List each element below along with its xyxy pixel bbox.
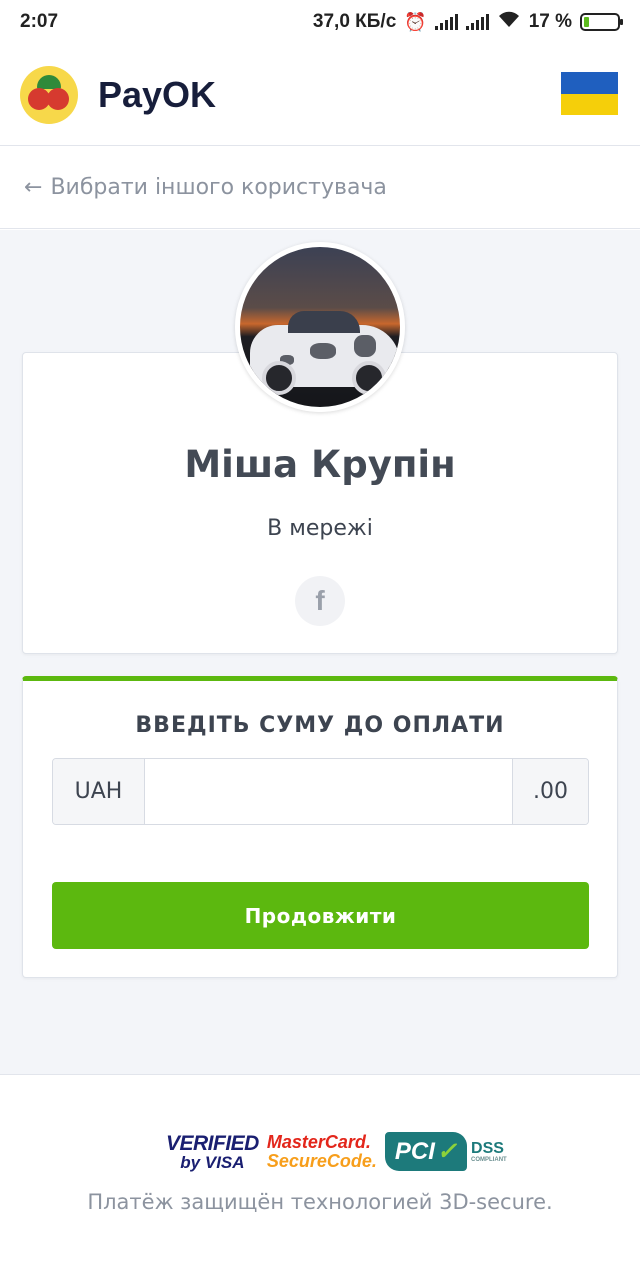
continue-button[interactable]: Продовжити <box>52 882 589 949</box>
footer: VERIFIED by VISA MasterCard. SecureCode.… <box>0 1076 640 1280</box>
raspberry-logo-icon <box>20 65 78 124</box>
avatar <box>235 242 405 412</box>
back-link-label: Вибрати іншого користувача <box>50 175 387 200</box>
dss-text: DSS <box>471 1139 504 1157</box>
status-time: 2:07 <box>20 11 59 32</box>
battery-charging-icon <box>580 13 623 31</box>
network-speed: 37,0 КБ/с <box>312 11 397 32</box>
wifi-icon <box>497 10 521 34</box>
profile-name: Міша Крупін <box>184 443 456 486</box>
battery-percent: 17 % <box>528 11 572 32</box>
arrow-left-icon: ← <box>24 175 43 200</box>
currency-label: UAH <box>53 759 145 824</box>
profile-status: В мережі <box>267 516 373 541</box>
app-header: PayOK <box>0 44 640 146</box>
signal-icon <box>465 14 489 30</box>
amount-input[interactable] <box>145 759 512 824</box>
verified-by-visa-logo: VERIFIED by VISA <box>166 1133 259 1171</box>
mastercard-securecode-logo: MasterCard. SecureCode. <box>266 1131 377 1171</box>
dss-label: DSS COMPLIANT <box>471 1139 507 1163</box>
visa-line2: by VISA <box>180 1152 245 1172</box>
status-icons: 37,0 КБ/с ⏰ 17 % <box>312 10 623 34</box>
main-content: Міша Крупін В мережі f ВВЕДІТЬ СУМУ ДО О… <box>0 230 640 1075</box>
secure-payment-text: Платёж защищён технологией 3D-secure. <box>87 1190 553 1214</box>
back-link[interactable]: ← Вибрати іншого користувача <box>0 147 640 229</box>
ukraine-flag-icon[interactable] <box>561 72 618 115</box>
visa-line1: VERIFIED <box>166 1131 259 1155</box>
mc-line2: SecureCode. <box>266 1150 377 1171</box>
car-image <box>250 311 400 395</box>
signal-icon <box>434 14 458 30</box>
payment-card: ВВЕДІТЬ СУМУ ДО ОПЛАТИ UAH .00 Продовжит… <box>22 676 618 978</box>
decimals-label: .00 <box>512 759 588 824</box>
amount-input-group: UAH .00 <box>52 758 589 825</box>
pci-text: PCI <box>394 1138 435 1165</box>
security-badges: VERIFIED by VISA MasterCard. SecureCode.… <box>166 1132 507 1171</box>
mc-line1: MasterCard. <box>266 1131 371 1152</box>
alarm-icon: ⏰ <box>404 11 427 32</box>
brand-name: PayOK <box>98 73 217 115</box>
pci-dss-logo: PCI✓ DSS COMPLIANT <box>384 1132 507 1171</box>
status-bar: 2:07 37,0 КБ/с ⏰ 17 % <box>0 0 640 44</box>
pci-shield-icon: PCI✓ <box>384 1132 468 1171</box>
dss-small: COMPLIANT <box>471 1156 507 1163</box>
facebook-icon[interactable]: f <box>295 576 345 626</box>
payment-title: ВВЕДІТЬ СУМУ ДО ОПЛАТИ <box>135 713 505 738</box>
